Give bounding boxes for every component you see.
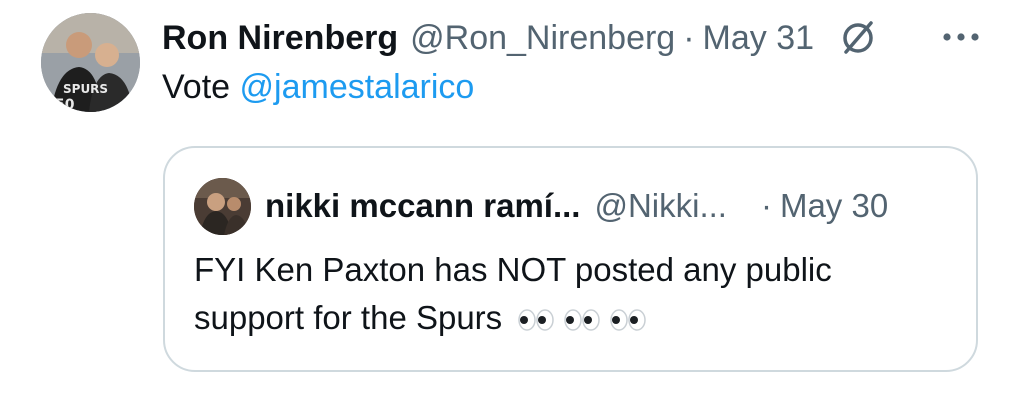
eyes-emoji-icon: [518, 309, 555, 332]
quote-author-avatar[interactable]: [194, 178, 251, 235]
more-dots-icon[interactable]: [940, 22, 982, 52]
quote-header-separator: ·: [760, 187, 772, 224]
quote-text-line-1: FYI Ken Paxton has NOT posted any public: [194, 251, 832, 288]
quote-header: nikki mccann ramí... @Nikki... · May 30: [265, 184, 888, 228]
quoted-tweet[interactable]: nikki mccann ramí... @Nikki... · May 30 …: [163, 146, 978, 372]
tweet-header: Ron Nirenberg @Ron_Nirenberg · May 31: [162, 14, 878, 62]
quote-author-handle[interactable]: @Nikki...: [594, 187, 727, 225]
tweet-date[interactable]: May 31: [703, 19, 815, 58]
tweet-text-prefix: Vote: [162, 68, 240, 106]
tweet-text: Vote @jamestalarico: [162, 68, 474, 107]
eyes-emoji-icon: [610, 309, 647, 332]
header-separator: ·: [683, 18, 695, 57]
svg-text:SPURS: SPURS: [63, 82, 108, 96]
eyes-emoji-icon: [564, 309, 601, 332]
quote-date[interactable]: May 30: [780, 187, 888, 225]
mention-link[interactable]: @jamestalarico: [240, 68, 475, 106]
author-handle[interactable]: @Ron_Nirenberg: [410, 19, 675, 58]
tweet[interactable]: SPURS 50 Ron Nirenberg @Ron_Nirenberg · …: [0, 0, 1024, 401]
no-sign-icon: [838, 18, 878, 58]
quote-text: FYI Ken Paxton has NOT posted any public…: [194, 246, 832, 342]
author-avatar[interactable]: SPURS 50: [41, 13, 140, 112]
quote-text-line-2: support for the Spurs: [194, 294, 832, 342]
author-name[interactable]: Ron Nirenberg: [162, 19, 398, 58]
quote-text-line-2-text: support for the Spurs: [194, 299, 503, 336]
svg-text:50: 50: [55, 97, 75, 112]
eyes-emoji-group: [517, 308, 647, 332]
quote-author-name[interactable]: nikki mccann ramí...: [265, 187, 580, 225]
